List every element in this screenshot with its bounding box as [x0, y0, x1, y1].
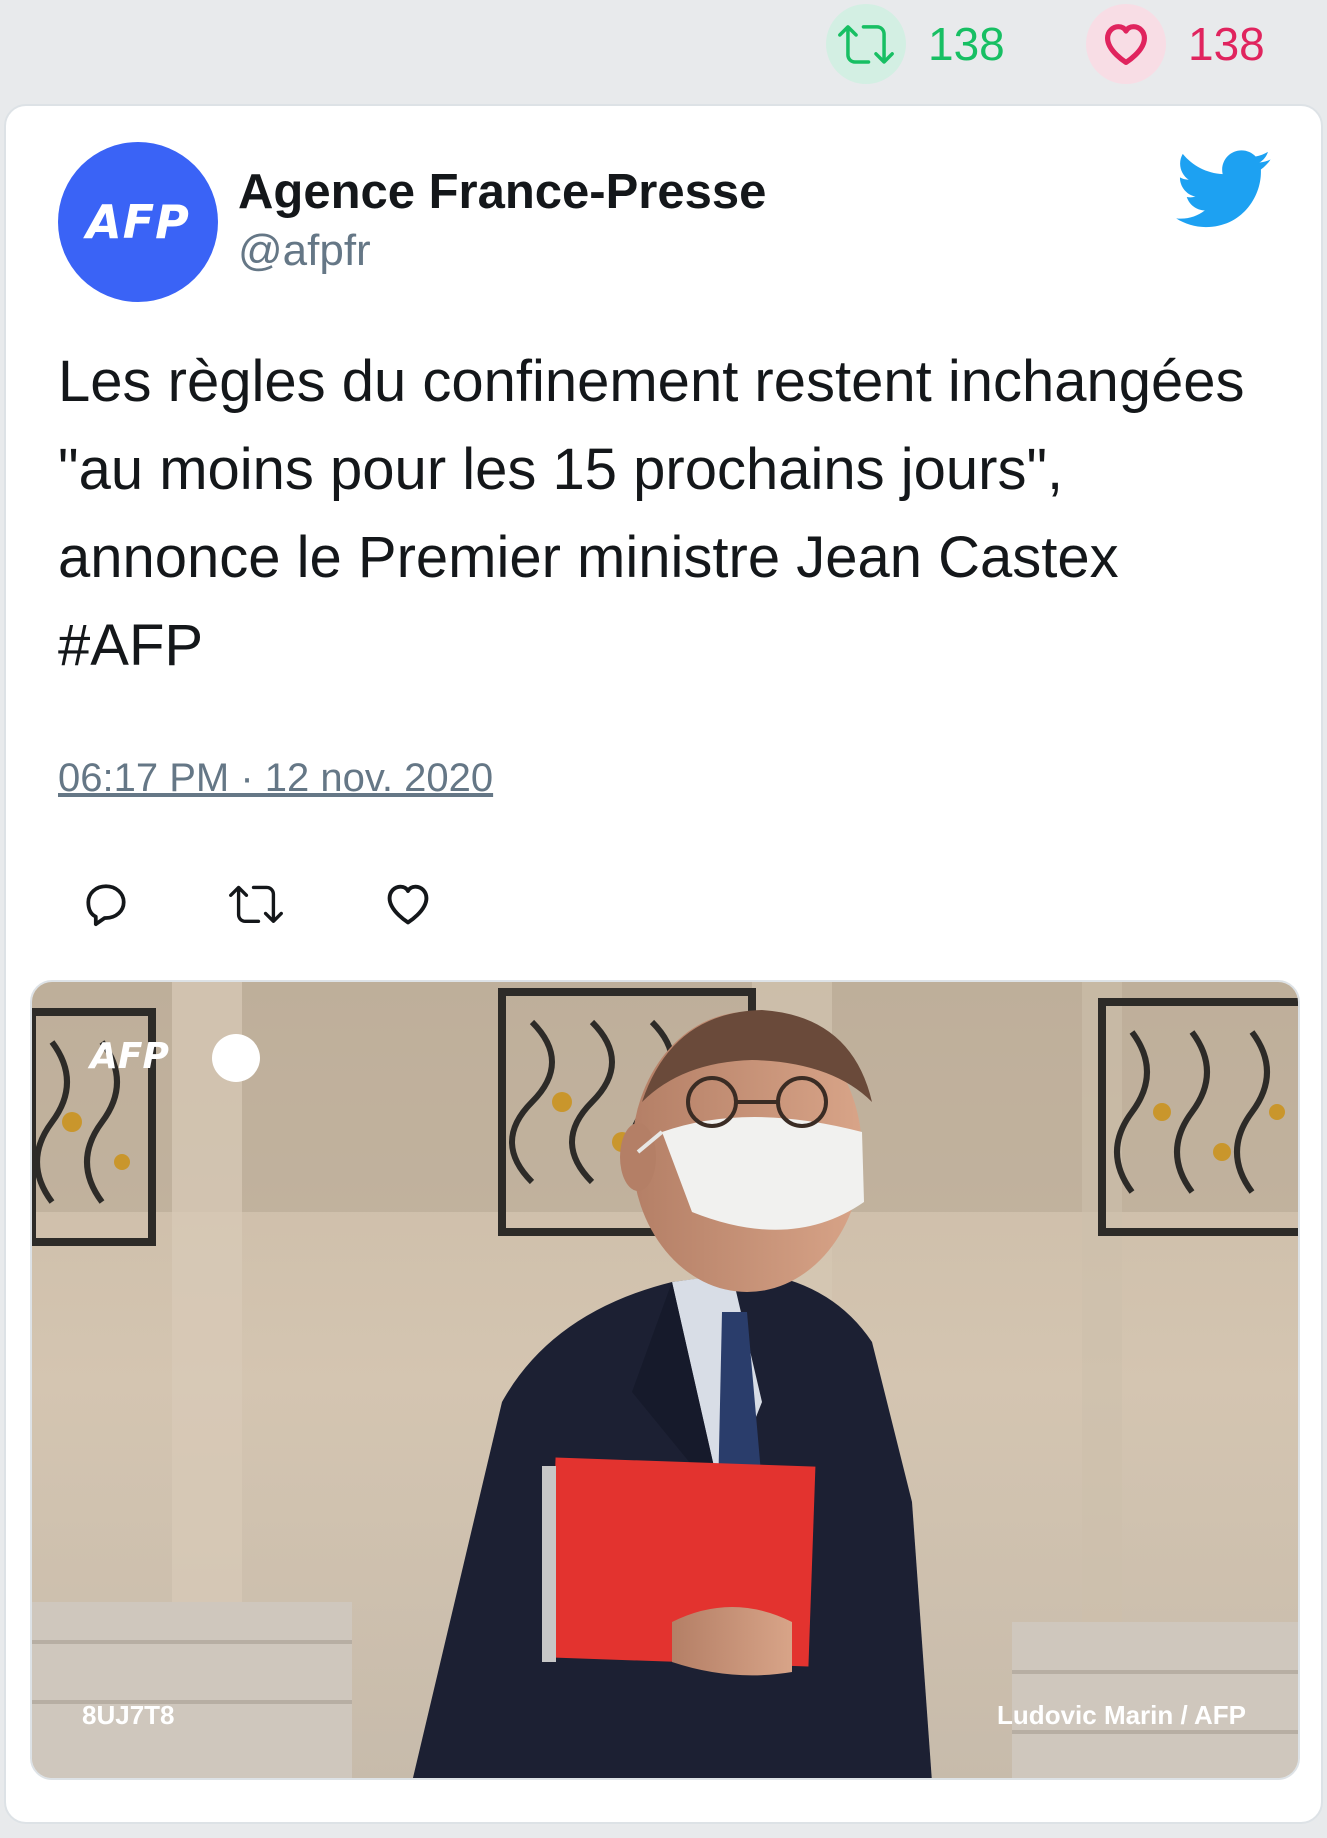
heart-icon — [382, 878, 434, 935]
photo-logo-dot — [212, 1034, 260, 1082]
photo-illustration — [32, 982, 1298, 1778]
like-stat[interactable]: 138 — [1086, 4, 1265, 84]
reply-icon — [81, 879, 131, 934]
retweet-stat[interactable]: 138 — [826, 4, 1005, 84]
retweet-count: 138 — [928, 18, 1005, 70]
photo-agency-logo: AFP — [90, 1036, 169, 1077]
like-button[interactable] — [378, 876, 438, 936]
avatar-logo-text: AFP — [86, 195, 190, 249]
tweet-photo[interactable]: AFP 8UJ7T8 Ludovic Marin / AFP — [30, 980, 1300, 1780]
display-name[interactable]: Agence France-Presse — [238, 164, 766, 220]
tweet-timestamp[interactable]: 06:17 PM · 12 nov. 2020 — [58, 756, 493, 801]
tweet-text: Les règles du confinement restent inchan… — [58, 349, 1245, 678]
retweet-button[interactable] — [226, 876, 286, 936]
heart-icon[interactable] — [1086, 4, 1166, 84]
reply-button[interactable] — [76, 876, 136, 936]
avatar[interactable]: AFP — [58, 142, 218, 302]
like-count: 138 — [1188, 18, 1265, 70]
photo-id: 8UJ7T8 — [82, 1700, 175, 1730]
tweet-card[interactable]: AFP Agence France-Presse @afpfr Les règl… — [4, 104, 1323, 1824]
photo-credit: Ludovic Marin / AFP — [997, 1700, 1246, 1730]
retweet-icon — [229, 877, 283, 936]
user-handle[interactable]: @afpfr — [238, 226, 371, 276]
stats-bar: 138 138 — [0, 0, 1327, 100]
retweet-icon[interactable] — [826, 4, 906, 84]
twitter-bird-icon[interactable] — [1176, 150, 1272, 230]
